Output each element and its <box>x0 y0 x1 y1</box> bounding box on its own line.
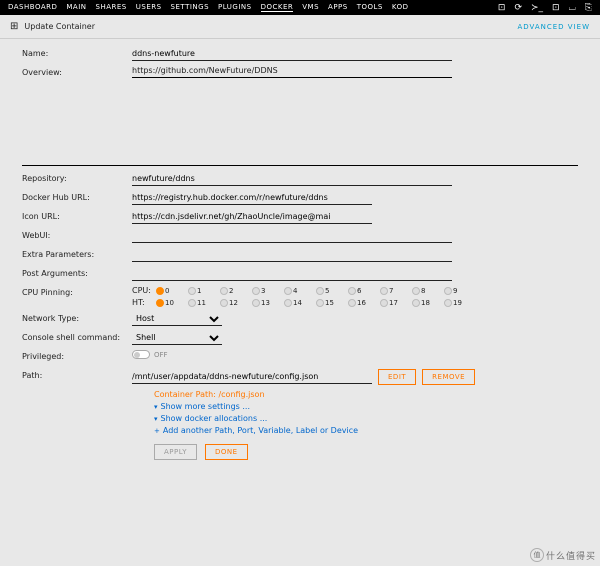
plus-icon: + <box>154 427 160 435</box>
cpu-pin-3[interactable] <box>252 287 260 295</box>
icon-input[interactable] <box>132 210 372 224</box>
display-icon[interactable]: ⌴ <box>569 3 576 13</box>
show-alloc-link[interactable]: ▾Show docker allocations ... <box>154 414 578 423</box>
grip-icon: ⊞ <box>10 21 18 32</box>
path-label: Path: <box>22 369 132 380</box>
nettype-select[interactable]: Host <box>132 312 222 326</box>
cpu-pin-19[interactable] <box>444 299 452 307</box>
name-label: Name: <box>22 47 132 58</box>
cpu-pin-6[interactable] <box>348 287 356 295</box>
nav-main[interactable]: MAIN <box>66 3 86 12</box>
nettype-label: Network Type: <box>22 312 132 323</box>
cpu-pin-7[interactable] <box>380 287 388 295</box>
priv-off-text: OFF <box>154 351 168 359</box>
cpu-pin-8[interactable] <box>412 287 420 295</box>
web-label: WebUI: <box>22 229 132 240</box>
cpu-pin-17[interactable] <box>380 299 388 307</box>
cpu-pin-2[interactable] <box>220 287 228 295</box>
icon-label: Icon URL: <box>22 210 132 221</box>
done-button[interactable]: DONE <box>205 444 248 460</box>
chevron-down-icon: ▾ <box>154 403 158 411</box>
apply-button[interactable]: APPLY <box>154 444 197 460</box>
priv-toggle[interactable] <box>132 350 150 359</box>
console-label: Console shell command: <box>22 331 132 342</box>
edit-button[interactable]: EDIT <box>378 369 416 385</box>
page-title: Update Container <box>24 22 95 31</box>
cpu-pin-4[interactable] <box>284 287 292 295</box>
cpu-pin-16[interactable] <box>348 299 356 307</box>
nav-plugins[interactable]: PLUGINS <box>218 3 252 12</box>
pin-label: HT: <box>132 298 154 307</box>
title-bar: ⊞ Update Container ADVANCED VIEW <box>0 15 600 39</box>
top-nav: DASHBOARD MAIN SHARES USERS SETTINGS PLUGINS D… <box>0 0 600 15</box>
cpu-pin-1[interactable] <box>188 287 196 295</box>
feedback-icon[interactable]: ⊡ <box>552 3 560 13</box>
nav-dashboard[interactable]: DASHBOARD <box>8 3 57 12</box>
chevron-down-icon: ▾ <box>154 415 158 423</box>
cpu-pin-12[interactable] <box>220 299 228 307</box>
watermark: 值什么值得买 <box>530 548 596 562</box>
cpu-label: CPU Pinning: <box>22 286 132 297</box>
cpu-pin-0[interactable] <box>156 287 164 295</box>
add-device-link[interactable]: +Add another Path, Port, Variable, Label… <box>154 426 578 435</box>
cpu-pin-11[interactable] <box>188 299 196 307</box>
nav-tools[interactable]: TOOLS <box>357 3 383 12</box>
top-right-icons: ⊡ ⟳ ≻_ ⊡ ⌴ ⎘ <box>498 3 592 13</box>
name-input[interactable] <box>132 47 452 61</box>
remove-button[interactable]: REMOVE <box>422 369 475 385</box>
nav-apps[interactable]: APPS <box>328 3 348 12</box>
extra-label: Extra Parameters: <box>22 248 132 259</box>
cpu-pin-10[interactable] <box>156 299 164 307</box>
advanced-view-link[interactable]: ADVANCED VIEW <box>517 23 590 31</box>
post-label: Post Arguments: <box>22 267 132 278</box>
cpu-pin-14[interactable] <box>284 299 292 307</box>
cpu-pin-13[interactable] <box>252 299 260 307</box>
logout-icon[interactable]: ⎘ <box>585 3 592 13</box>
post-input[interactable] <box>132 267 452 281</box>
cpu-pin-15[interactable] <box>316 299 324 307</box>
terminal-icon[interactable]: ≻_ <box>531 3 543 13</box>
overview-text: https://github.com/NewFuture/DDNS <box>132 66 452 78</box>
extra-input[interactable] <box>132 248 452 262</box>
overview-label: Overview: <box>22 66 132 77</box>
nav-settings[interactable]: SETTINGS <box>171 3 209 12</box>
hub-input[interactable] <box>132 191 372 205</box>
nav-users[interactable]: USERS <box>136 3 162 12</box>
nav-shares[interactable]: SHARES <box>96 3 127 12</box>
pin-label: CPU: <box>132 286 154 295</box>
nav-vms[interactable]: VMS <box>302 3 319 12</box>
nav-docker[interactable]: DOCKER <box>261 3 294 12</box>
cpu-pin-9[interactable] <box>444 287 452 295</box>
cpu-pin-5[interactable] <box>316 287 324 295</box>
show-more-link[interactable]: ▾Show more settings ... <box>154 402 578 411</box>
nav-kod[interactable]: KOD <box>392 3 409 12</box>
refresh-icon[interactable]: ⟳ <box>514 3 522 13</box>
path-input[interactable] <box>132 370 372 384</box>
console-select[interactable]: Shell <box>132 331 222 345</box>
window-icon[interactable]: ⊡ <box>498 3 506 13</box>
repo-input[interactable] <box>132 172 452 186</box>
cpu-pin-18[interactable] <box>412 299 420 307</box>
hub-label: Docker Hub URL: <box>22 191 132 202</box>
container-path-text: Container Path: /config.json <box>154 390 578 399</box>
web-input[interactable] <box>132 229 452 243</box>
repo-label: Repository: <box>22 172 132 183</box>
priv-label: Privileged: <box>22 350 132 361</box>
